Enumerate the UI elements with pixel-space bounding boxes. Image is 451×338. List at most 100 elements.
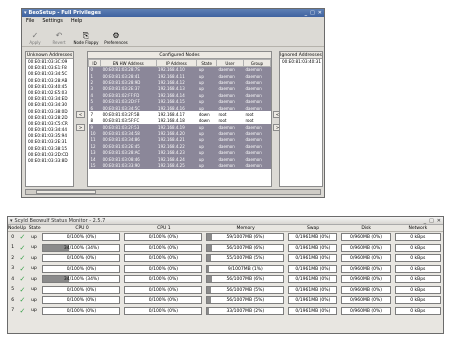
monitor-header-row: Node Up State CPU 0 CPU 1 Memory Swap Di…	[8, 225, 443, 232]
node-row[interactable]: 4 ✓ up 34/100% (34%) 0/100% (0%) 56/1007MB (6…	[8, 274, 443, 285]
horizontal-scrollbar[interactable]	[25, 189, 321, 195]
disk-cell: 0/960MB (0%)	[339, 275, 392, 284]
column-header[interactable]: User	[215, 59, 244, 67]
mem-cell: 55/1007MB (5%)	[204, 254, 286, 263]
scrollbar-thumb[interactable]	[36, 190, 96, 194]
unknown-addresses-list[interactable]: Unknown Addresses 00:E0:81:03:3C:09 00:E0…	[25, 51, 74, 187]
monitor-rows: 0 ✓ up 0/100% (0%) 0/100% (0%) 59/1007MB (6%)…	[8, 232, 443, 316]
unknown-address-item[interactable]: 00:E0:81:03:34:5C	[26, 71, 73, 77]
check-icon: ✓	[19, 243, 26, 252]
column-header[interactable]: ID	[87, 59, 102, 67]
maximize-icon[interactable]: □	[310, 10, 315, 16]
node-row[interactable]: 1 ✓ up 34/100% (34%) 0/100% (0%) 56/1007MB (6…	[8, 243, 443, 254]
node-id: 1	[11, 245, 15, 251]
apply-button[interactable]: ✓ Apply	[25, 31, 45, 45]
net-value: 0 kBps	[410, 235, 426, 241]
table-cell: 00:E0:81:03:33:90	[100, 162, 157, 169]
net-cell: 0 kBps	[393, 285, 443, 294]
disk-value: 0/960MB (0%)	[350, 235, 383, 241]
close-icon[interactable]: ✕	[437, 218, 441, 224]
unknown-address-item[interactable]: 00:E0:81:03:28:AB	[26, 78, 73, 84]
check-icon: ✓	[19, 285, 26, 294]
disk-cell: 0/960MB (0%)	[339, 264, 392, 273]
unknown-address-item[interactable]: 00:E0:81:03:28:2D	[26, 115, 73, 121]
node-floppy-button[interactable]: ⎘ Node Floppy	[73, 31, 99, 45]
ignored-addresses-list[interactable]: Ignored Addresses 00:E0:81:03:40:31	[279, 51, 323, 187]
node-row[interactable]: 2 ✓ up 0/100% (0%) 0/100% (0%) 55/1007MB (5%)…	[8, 253, 443, 264]
window-title: BeoSetup - Full Privileges	[28, 10, 101, 16]
node-row[interactable]: 6 ✓ up 0/100% (0%) 0/100% (0%) 56/1007MB (5%)…	[8, 295, 443, 306]
net-cell: 0 kBps	[393, 296, 443, 305]
mem-bar: 33/1007MB (2%)	[206, 306, 285, 315]
up-cell: ✓	[17, 307, 27, 315]
unknown-address-item[interactable]: 00:E0:81:03:34:30	[26, 102, 73, 108]
apply-icon: ✓	[31, 31, 39, 40]
preferences-button[interactable]: ⚙ Preferences	[103, 31, 129, 45]
node-row[interactable]: 5 ✓ up 0/100% (0%) 0/100% (0%) 56/1007MB (5%)…	[8, 285, 443, 296]
window-menu-icon[interactable]: ▾	[24, 10, 27, 16]
mem-value: 56/1007MB (5%)	[226, 287, 265, 293]
cpu1-bar: 0/100% (0%)	[124, 306, 203, 315]
check-icon: ✓	[19, 254, 26, 263]
swap-value: 0/1961MB (0%)	[295, 277, 331, 283]
close-icon[interactable]: ✕	[318, 10, 322, 16]
column-header[interactable]: EN HW Address	[100, 59, 157, 67]
mem-bar-fill	[207, 276, 212, 283]
menu-settings[interactable]: Settings	[42, 18, 63, 24]
cpu0-cell: 34/100% (34%)	[40, 275, 122, 284]
node-row[interactable]: 0 ✓ up 0/100% (0%) 0/100% (0%) 59/1007MB (6%)…	[8, 232, 443, 243]
disk-bar: 0/960MB (0%)	[341, 285, 391, 294]
header-state: State	[28, 225, 41, 231]
preferences-icon: ⚙	[112, 31, 120, 40]
revert-button[interactable]: ↶ Revert	[49, 31, 69, 45]
net-cell: 0 kBps	[393, 306, 443, 315]
toolbar-label: Apply	[29, 40, 41, 45]
cpu1-value: 0/100% (0%)	[148, 287, 179, 293]
move-to-unknown-button[interactable]: <	[76, 111, 85, 118]
unknown-address-item[interactable]: 00:E0:81:03:2E:31	[26, 139, 73, 145]
ignored-addresses-header: Ignored Addresses	[280, 52, 322, 59]
node-state: up	[31, 276, 37, 282]
maximize-icon[interactable]: □	[429, 218, 434, 224]
minimize-icon[interactable]: _	[305, 10, 308, 16]
move-to-configured-button[interactable]: >	[76, 124, 85, 131]
menu-help[interactable]: Help	[71, 18, 82, 24]
mem-cell: 33/1007MB (2%)	[204, 306, 286, 315]
net-value: 0 kBps	[410, 266, 426, 272]
swap-bar: 0/1961MB (0%)	[288, 243, 338, 252]
node-row[interactable]: 3 ✓ up 0/100% (0%) 0/100% (0%) 9/1007MB (1%) 0…	[8, 264, 443, 275]
swap-bar: 0/1961MB (0%)	[288, 254, 338, 263]
beosetup-window: ▾ BeoSetup - Full Privileges _ □ ✕ File S…	[21, 8, 325, 198]
address-panes: Unknown Addresses 00:E0:81:03:3C:09 00:E0…	[25, 51, 323, 187]
swap-value: 0/1961MB (0%)	[295, 256, 331, 262]
node-row[interactable]: 7 ✓ up 0/100% (0%) 0/100% (0%) 33/1007MB (2%)…	[8, 306, 443, 317]
cpu0-cell: 34/100% (34%)	[40, 243, 122, 252]
swap-value: 0/1961MB (0%)	[295, 235, 331, 241]
revert-icon: ↶	[55, 31, 63, 40]
window-menu-icon[interactable]: ▾	[10, 218, 13, 224]
cpu0-cell: 0/100% (0%)	[40, 264, 122, 273]
cpu0-cell: 0/100% (0%)	[40, 285, 122, 294]
unknown-address-item[interactable]: 00:E0:81:03:38:0D	[26, 109, 73, 115]
beosetup-titlebar[interactable]: ▾ BeoSetup - Full Privileges _ □ ✕	[22, 9, 324, 17]
column-header[interactable]: Group	[242, 59, 272, 67]
cpu1-cell: 0/100% (0%)	[122, 275, 204, 284]
unknown-address-item[interactable]: 00:E0:81:03:33:8D	[26, 158, 73, 164]
check-icon: ✓	[19, 233, 26, 242]
column-header[interactable]: IP Address	[155, 59, 198, 67]
menu-file[interactable]: File	[26, 18, 34, 24]
column-header[interactable]: State	[196, 59, 217, 67]
mem-bar: 56/1007MB (6%)	[206, 243, 285, 252]
table-row[interactable]: 15 00:E0:81:03:33:90 192.168.4.25 up daemon d…	[88, 162, 271, 169]
swap-bar: 0/1961MB (0%)	[288, 285, 338, 294]
mem-value: 55/1007MB (5%)	[226, 256, 265, 262]
ignored-address-item[interactable]: 00:E0:81:03:40:31	[280, 59, 322, 65]
mem-bar-fill	[207, 297, 212, 304]
monitor-titlebar[interactable]: ▾ Scyld Beowulf Status Monitor - 2.5.7 _…	[8, 217, 443, 225]
configured-nodes-table[interactable]: Configured Nodes ID EN HW Address IP Addre…	[87, 51, 272, 187]
disk-cell: 0/960MB (0%)	[339, 296, 392, 305]
cpu0-value: 34/100% (34%)	[63, 277, 99, 283]
cpu0-cell: 0/100% (0%)	[40, 296, 122, 305]
minimize-icon[interactable]: _	[424, 218, 427, 224]
unknown-address-item[interactable]: 00:E0:81:03:38:15	[26, 146, 73, 152]
